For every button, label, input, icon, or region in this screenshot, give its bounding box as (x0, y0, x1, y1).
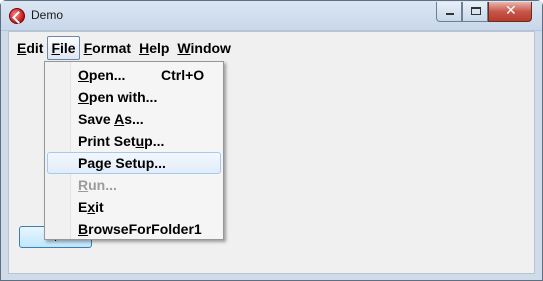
close-button[interactable]: ✕ (488, 2, 532, 22)
demo-window: Demo ✕ Edit File Format Help Window Open… (0, 0, 543, 281)
menu-item-page-setup-label: Page Setup... (78, 152, 166, 174)
label-pre: E (78, 199, 88, 215)
label-mnemonic: O (78, 67, 89, 83)
menu-item-open-shortcut: Ctrl+O (161, 67, 205, 83)
menu-bar: Edit File Format Help Window (13, 36, 235, 60)
label-post: s... (124, 111, 144, 127)
label-post: p... (144, 133, 165, 149)
maximize-icon (471, 7, 481, 15)
label-mnemonic: A (114, 111, 125, 127)
menu-help-mnemonic: H (139, 40, 150, 56)
label-post: pen with... (88, 89, 158, 105)
label-post: pen... (88, 67, 126, 83)
menu-item-print-setup[interactable]: Print Setup... (47, 130, 221, 152)
label-post: un... (88, 177, 117, 193)
title-bar[interactable]: Demo ✕ (1, 1, 542, 31)
menu-item-exit-label: Exit (78, 196, 104, 218)
label-mnemonic: R (78, 177, 89, 193)
close-icon: ✕ (505, 3, 517, 19)
menu-item-open-label: Open... (78, 64, 125, 86)
label-post: e Setup... (103, 155, 166, 171)
menu-file[interactable]: File (47, 36, 80, 60)
menu-item-run[interactable]: Run... (47, 174, 221, 196)
menu-window[interactable]: Window (173, 36, 235, 60)
label-mnemonic: x (87, 199, 96, 215)
label-mnemonic: u (135, 133, 145, 149)
menu-item-open-with[interactable]: Open with... (47, 86, 221, 108)
menu-window-label: indow (190, 40, 231, 56)
menu-item-save-as[interactable]: Save As... (47, 108, 221, 130)
menu-edit-mnemonic: E (17, 40, 27, 56)
menu-item-save-as-label: Save As... (78, 108, 144, 130)
menu-item-browse-for-folder-label: BrowseForFolder1 (78, 218, 202, 240)
label-pre: Print Set (78, 133, 136, 149)
menu-file-mnemonic: F (51, 40, 61, 56)
label-mnemonic: O (78, 89, 89, 105)
label-pre: Pa (78, 155, 96, 171)
menu-item-open[interactable]: Open... Ctrl+O (47, 64, 221, 86)
maximize-button[interactable] (462, 2, 488, 22)
menu-file-label: ile (60, 40, 76, 56)
menu-help[interactable]: Help (135, 36, 173, 60)
menu-item-exit[interactable]: Exit (47, 196, 221, 218)
menu-help-label: elp (149, 40, 170, 56)
label-mnemonic: g (95, 155, 104, 171)
menu-edit-label: dit (26, 40, 44, 56)
menu-item-open-with-label: Open with... (78, 86, 157, 108)
window-controls: ✕ (436, 2, 532, 22)
minimize-icon (446, 13, 454, 15)
window-title: Demo (31, 8, 64, 22)
menu-format-mnemonic: F (83, 40, 93, 56)
menu-item-page-setup[interactable]: Page Setup... (47, 152, 221, 174)
app-icon[interactable] (9, 8, 25, 24)
menu-item-run-label: Run... (78, 174, 117, 196)
menu-item-browse-for-folder[interactable]: BrowseForFolder1 (47, 218, 221, 240)
menu-format[interactable]: Format (80, 36, 135, 60)
minimize-button[interactable] (436, 2, 462, 22)
label-post: rowseForFolder1 (88, 221, 202, 237)
label-post: it (95, 199, 104, 215)
menu-window-mnemonic: W (177, 40, 191, 56)
menu-edit[interactable]: Edit (13, 36, 47, 60)
menu-item-print-setup-label: Print Setup... (78, 130, 164, 152)
menu-format-label: ormat (92, 40, 132, 56)
label-mnemonic: B (78, 221, 89, 237)
label-pre: Save (78, 111, 115, 127)
file-menu-dropdown: Open... Ctrl+O Open with... Save As... P… (44, 61, 224, 240)
